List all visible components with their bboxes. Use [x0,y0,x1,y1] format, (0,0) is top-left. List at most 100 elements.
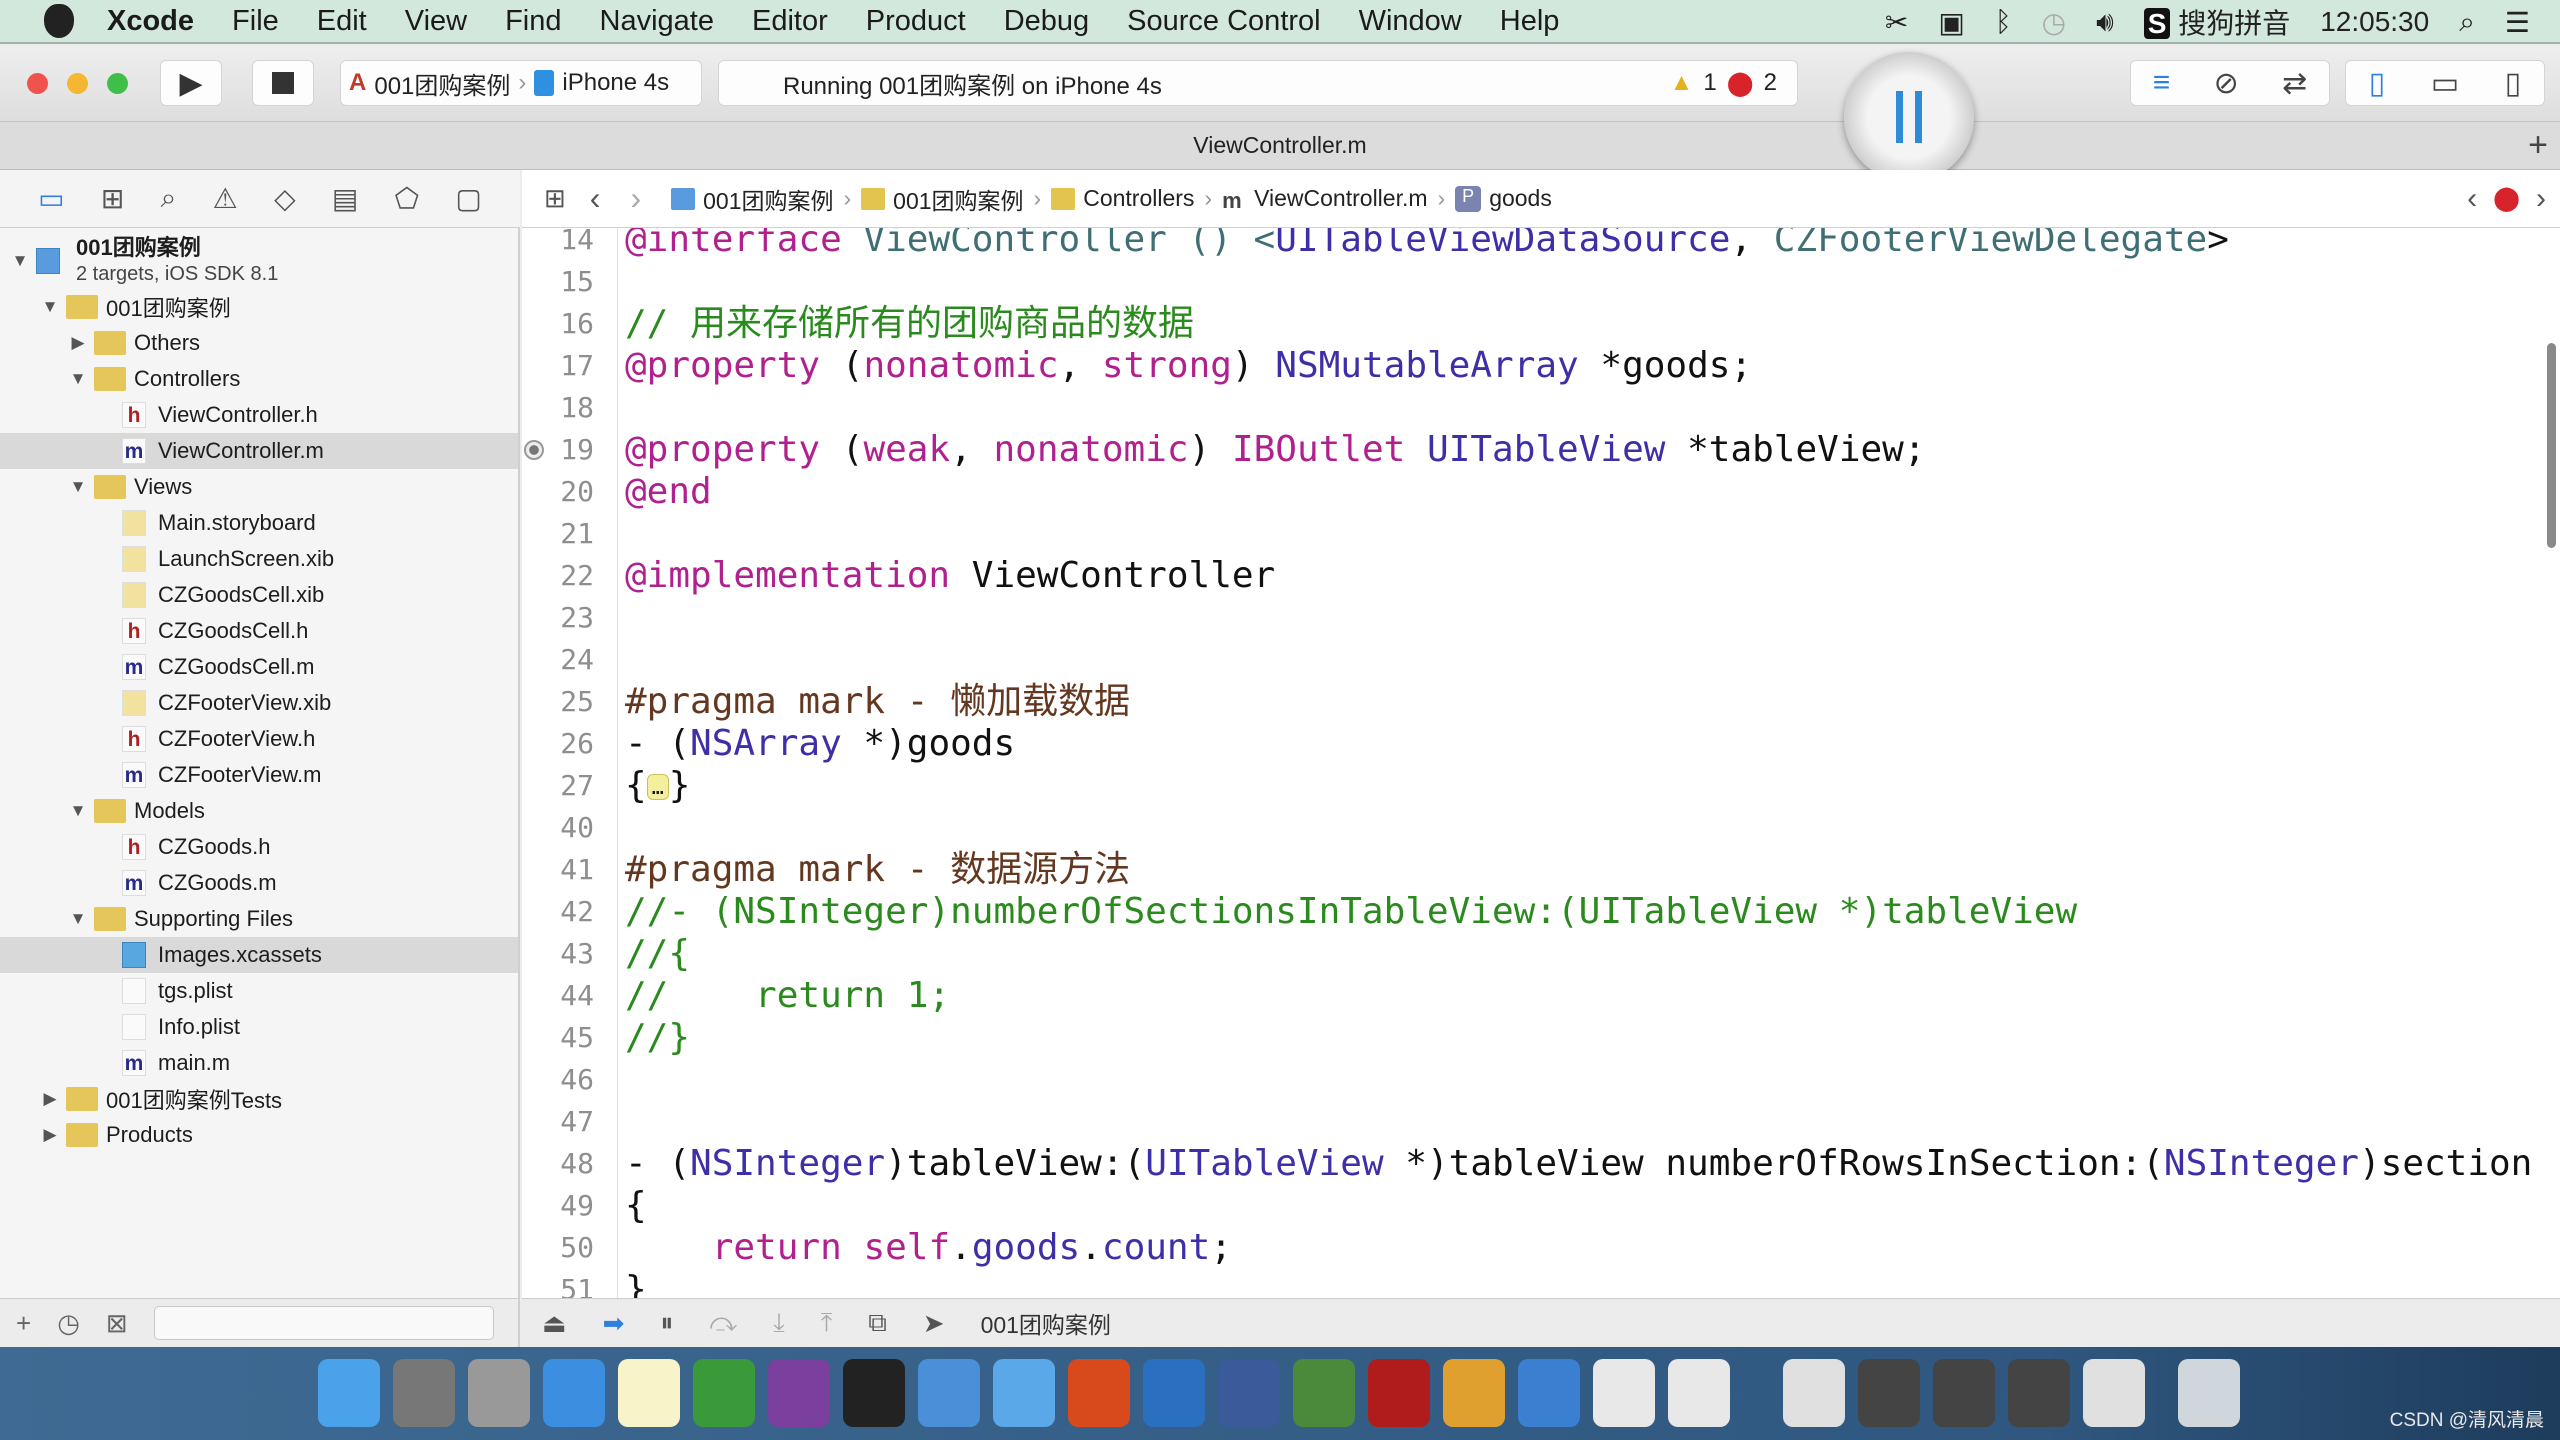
navigator-item[interactable]: m CZFooterView.m [0,757,518,793]
dock-folder-icon[interactable] [993,1359,1055,1427]
error-icon[interactable]: ⬤ [1727,69,1754,98]
breakpoint-navigator-icon[interactable]: ⬠ [395,182,419,215]
step-into-icon[interactable]: ⤓ [773,1307,785,1339]
previous-issue-button[interactable]: ‹ [2467,182,2477,216]
breadcrumb-project[interactable]: 001团购案例 [671,182,833,216]
filter-input[interactable] [153,1306,494,1340]
code-line[interactable]: #pragma mark - 数据源方法 [625,849,1130,891]
menu-navigate[interactable]: Navigate [581,5,733,38]
dock-safari-icon[interactable] [543,1359,605,1427]
dock-xcode-icon[interactable] [918,1359,980,1427]
disclosure-open-icon[interactable]: ▼ [40,297,60,317]
project-navigator-icon[interactable]: ▭ [38,182,64,215]
navigator-item[interactable]: ▶ 001团购案例Tests [0,1081,518,1117]
dock-powerpoint-icon[interactable] [1068,1359,1130,1427]
disclosure-open-icon[interactable]: ▼ [68,909,88,929]
step-out-icon[interactable]: ⤒ [821,1307,833,1339]
run-button[interactable]: ▶ [160,60,222,106]
code-line[interactable]: //{ [625,933,690,975]
find-navigator-icon[interactable]: ⌕ [161,182,177,215]
camera-icon[interactable]: ▣ [1938,6,1964,39]
input-method[interactable]: S 搜狗拼音 [2143,2,2290,42]
issue-navigator-icon[interactable]: ⚠ [213,182,238,215]
menu-product[interactable]: Product [847,5,985,38]
navigator-item[interactable]: LaunchScreen.xib [0,541,518,577]
standard-editor-icon[interactable]: ≡ [2153,66,2171,100]
error-icon[interactable]: ⬤ [2493,184,2520,213]
code-line[interactable]: @end [625,471,712,513]
dock-document-icon[interactable] [1783,1359,1845,1427]
warning-count[interactable]: 1 [1703,69,1716,97]
menu-window[interactable]: Window [1340,5,1481,38]
code-line[interactable]: //- (NSInteger)numberOfSectionsInTableVi… [625,891,2077,933]
version-editor-icon[interactable]: ⇄ [2282,66,2307,101]
test-navigator-icon[interactable]: ◇ [274,182,296,215]
pause-execution-icon[interactable]: ⏸ [660,1307,673,1339]
navigator-item[interactable]: h CZFooterView.h [0,721,518,757]
dock-word-icon[interactable] [1518,1359,1580,1427]
add-icon[interactable]: + [16,1308,31,1339]
navigator-item[interactable]: tgs.plist [0,973,518,1009]
report-navigator-icon[interactable]: ▢ [455,182,481,215]
back-button[interactable]: ‹ [590,180,601,217]
navigator-item[interactable]: m ViewController.m [0,433,518,469]
breadcrumb-symbol[interactable]: Pgoods [1455,185,1552,212]
menu-view[interactable]: View [386,5,486,38]
code-line[interactable]: - (NSInteger)tableView:(UITableView *)ta… [625,1143,2532,1185]
outlet-connection-icon[interactable] [524,440,544,460]
view-hierarchy-icon[interactable]: ⧉ [868,1307,887,1339]
add-tab-button[interactable]: + [2528,126,2548,165]
scissors-icon[interactable]: ✂ [1885,6,1908,39]
breakpoints-toggle-icon[interactable]: ➡ [603,1308,625,1339]
navigator-item[interactable]: ▶ Others [0,325,518,361]
code-line[interactable]: return self.goods.count; [625,1227,1232,1269]
bluetooth-icon[interactable]: ᛒ [1995,6,2012,38]
code-line[interactable]: #pragma mark - 懒加载数据 [625,681,1130,723]
dock-notes-icon[interactable] [618,1359,680,1427]
menu-xcode[interactable]: Xcode [88,5,213,38]
dock-trash-icon[interactable] [2178,1359,2240,1427]
disclosure-open-icon[interactable]: ▼ [68,801,88,821]
dock-screen-icon[interactable] [1933,1359,1995,1427]
dock-launchpad-icon[interactable] [468,1359,530,1427]
hide-debug-area-icon[interactable]: ⏏ [542,1308,567,1339]
dock-document-icon[interactable] [2083,1359,2145,1427]
pause-button[interactable] [1844,52,1974,182]
zoom-button[interactable] [107,73,128,94]
dock-instruments-icon[interactable] [1443,1359,1505,1427]
navigator-item[interactable]: ▶ Products [0,1117,518,1153]
notification-center-icon[interactable]: ☰ [2505,6,2530,39]
code-line[interactable]: @property (nonatomic, strong) NSMutableA… [625,345,1752,387]
navigator-item[interactable]: Info.plist [0,1009,518,1045]
spotlight-icon[interactable]: ⌕ [2459,6,2475,39]
navigator-item[interactable]: Images.xcassets [0,937,518,973]
dock-preview-icon[interactable] [1593,1359,1655,1427]
breadcrumb-controllers[interactable]: Controllers [1051,185,1194,212]
dock-photo-slideshow-icon[interactable] [1218,1359,1280,1427]
menu-find[interactable]: Find [486,5,580,38]
navigator-toggle-icon[interactable]: ▯ [2369,66,2386,101]
breadcrumb-group[interactable]: 001团购案例 [861,182,1024,216]
forward-button[interactable]: › [630,180,641,217]
warning-icon[interactable]: ▲ [1670,69,1694,97]
disclosure-open-icon[interactable]: ▼ [68,477,88,497]
code-line[interactable]: // 用来存储所有的团购商品的数据 [625,303,1194,345]
recent-files-icon[interactable]: ◷ [57,1308,80,1339]
dock-screen-icon[interactable] [1858,1359,1920,1427]
dock-onenote-icon[interactable] [768,1359,830,1427]
navigator-item[interactable]: ▼ Supporting Files [0,901,518,937]
line-number-gutter[interactable]: 14 15 16 17 18 19 20 21 22 23 24 25 26 27 40 41 42 43 44 45… [522,228,618,1298]
volume-icon[interactable]: 🔊︎ [2096,6,2114,39]
navigator-item[interactable]: m main.m [0,1045,518,1081]
tab-viewcontroller-m[interactable]: ViewController.m [1193,132,1366,159]
assistant-editor-icon[interactable]: ⊘ [2214,66,2239,101]
dock-screen-icon[interactable] [2008,1359,2070,1427]
apple-icon[interactable] [44,4,74,38]
navigator-item[interactable]: m CZGoods.m [0,865,518,901]
code-line[interactable]: // return 1; [625,975,950,1017]
navigator-item[interactable]: h CZGoods.h [0,829,518,865]
dock-finder-icon[interactable] [318,1359,380,1427]
time-machine-icon[interactable]: ◷ [2042,6,2066,39]
navigator-item[interactable]: m CZGoodsCell.m [0,649,518,685]
debug-navigator-icon[interactable]: ▤ [332,182,358,215]
